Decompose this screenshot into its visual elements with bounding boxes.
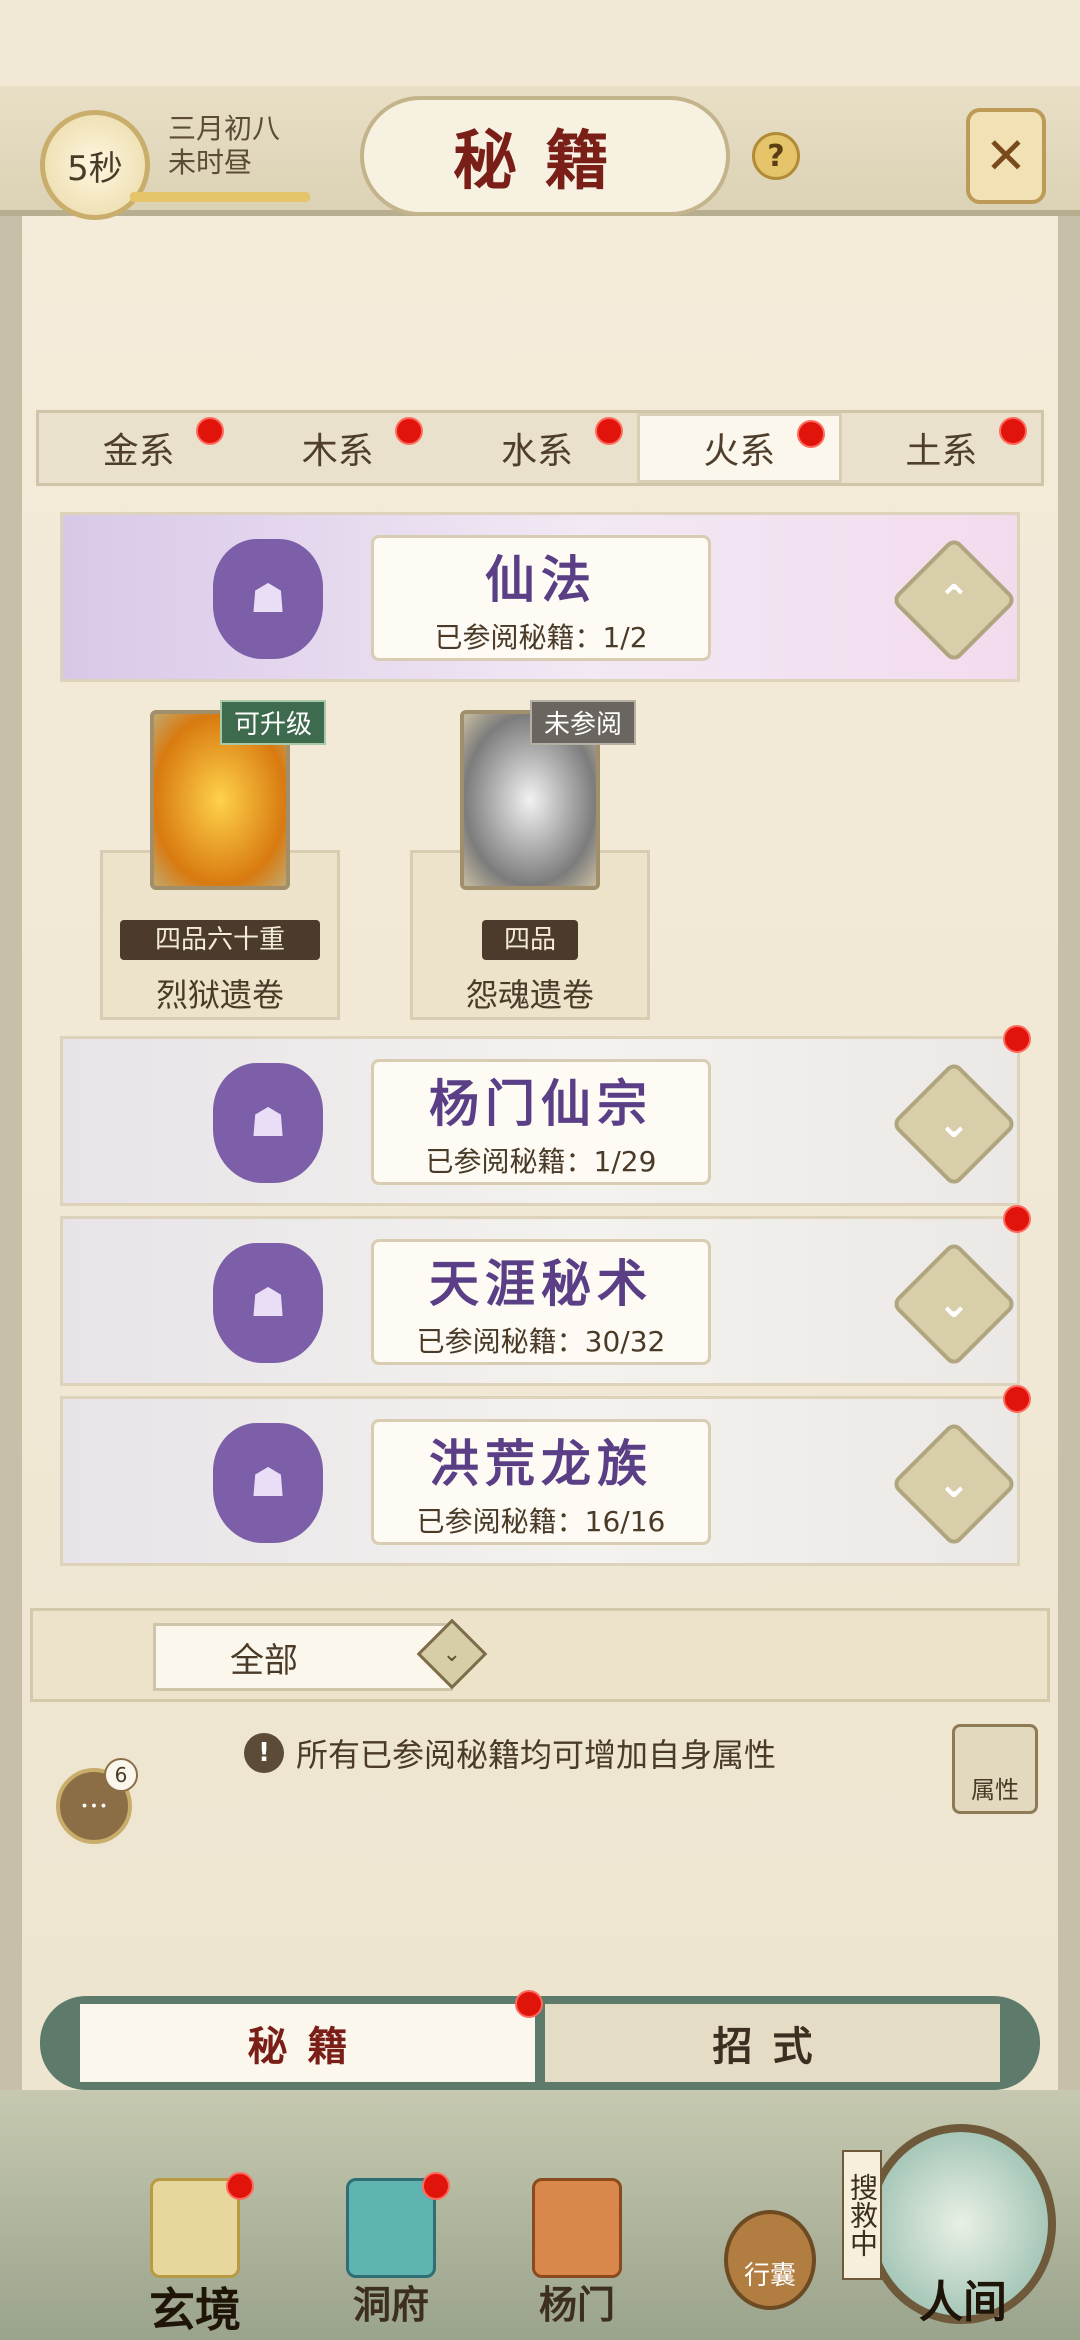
close-button[interactable]: ✕ [966,108,1046,204]
notification-dot [1003,1205,1031,1233]
nav-label: 洞府 [352,2282,429,2327]
filter-bar: 全部 ⌄ [30,1608,1050,1702]
section-count: 已参阅秘籍：1/29 [425,1145,657,1178]
time-progress-bar [130,192,310,202]
tab-wood[interactable]: 木系 [238,413,437,483]
filter-dropdown[interactable]: 全部 [153,1623,453,1691]
section-plaque: 天涯秘术 已参阅秘籍：30/32 [371,1239,711,1365]
tab-label: 招式 [712,2023,833,2070]
nav-yangmen[interactable]: 杨门 [512,2178,642,2328]
book-card[interactable]: 未参阅 四品 怨魂遗卷 [390,680,670,1020]
notice-text: 所有已参阅秘籍均可增加自身属性 [296,1736,777,1774]
unread-tag: 未参阅 [530,700,637,745]
notification-dot [999,417,1028,445]
book-name: 怨魂遗卷 [465,976,594,1014]
chat-count-badge: 6 [104,1758,138,1792]
bag-label: 行囊 [743,2261,796,2291]
timer-badge: 5秒 [40,110,150,220]
nav-dongfu[interactable]: 洞府 [326,2172,456,2328]
notification-dot [1003,1385,1031,1413]
book-card[interactable]: 可升级 四品六十重 烈狱遗卷 [80,680,360,1020]
chevron-glyph: ⌄ [937,1100,971,1147]
tab-label: 土系 [905,431,978,472]
element-tabs: 金系 木系 水系 火系 土系 [36,410,1044,486]
scroll-icon [150,2178,240,2278]
game-date: 三月初八 未时昼 [168,112,280,180]
date-line-2: 未时昼 [168,146,253,179]
notification-dot [226,2172,254,2200]
upgradable-tag: 可升级 [220,700,327,745]
tab-label: 木系 [301,431,374,472]
tab-metal[interactable]: 金系 [39,413,238,483]
tab-water[interactable]: 水系 [437,413,636,483]
section-name: 仙法 [485,550,597,609]
demon-mask-icon: ☗ [213,1063,323,1183]
notification-dot [796,420,825,448]
date-line-1: 三月初八 [168,112,281,145]
exclamation-icon: ! [244,1733,284,1773]
bag-button[interactable]: 行囊 [724,2210,816,2310]
filter-label: 全部 [230,1640,298,1681]
tab-label: 火系 [703,431,776,472]
book-grade: 四品 [482,920,578,960]
tab-fire[interactable]: 火系 [636,413,842,483]
demon-mask-icon: ☗ [213,1243,323,1363]
nav-label: 玄境 [149,2283,241,2337]
section-name: 天涯秘术 [429,1254,653,1313]
chevron-glyph: ⌄ [937,1460,971,1507]
notification-dot [594,417,623,445]
attribute-button[interactable]: 属性 [952,1724,1038,1814]
section-xianfa[interactable]: ☗ 仙法 已参阅秘籍：1/2 ⌃ [60,512,1020,682]
bottom-tabs: 秘籍 招式 [40,1990,1040,2090]
section-plaque: 洪荒龙族 已参阅秘籍：16/16 [371,1419,711,1545]
chevron-glyph: ⌄ [442,1641,462,1667]
section-count: 已参阅秘籍：30/32 [416,1325,666,1358]
expand-chevron-icon[interactable]: ⌄ [890,1060,1018,1188]
page-title: 秘籍 [360,96,730,216]
collapse-chevron-icon[interactable]: ⌃ [890,536,1018,664]
world-label: 人间 [919,2277,1007,2328]
banner-icon [532,2178,622,2278]
section-name: 洪荒龙族 [429,1434,653,1493]
help-icon[interactable]: ? [752,132,800,180]
tab-label: 水系 [501,431,574,472]
book-cards: 可升级 四品六十重 烈狱遗卷 未参阅 四品 怨魂遗卷 [60,680,1020,1020]
tab-label: 金系 [102,431,175,472]
section-tianya[interactable]: ☗ 天涯秘术 已参阅秘籍：30/32 ⌄ [60,1205,1031,1386]
demon-mask-icon: ☗ [213,1423,323,1543]
section-name: 杨门仙宗 [429,1074,653,1133]
lantern-icon [346,2178,436,2278]
tab-secret-books[interactable]: 秘籍 [80,1990,543,2082]
expand-chevron-icon[interactable]: ⌄ [890,1420,1018,1548]
section-plaque: 杨门仙宗 已参阅秘籍：1/29 [371,1059,711,1185]
info-notice: ! 所有已参阅秘籍均可增加自身属性 [244,1730,776,1776]
demon-mask-icon: ☗ [213,539,323,659]
chevron-glyph: ⌃ [937,576,971,623]
chevron-glyph: ⌄ [937,1280,971,1327]
section-yangmen[interactable]: ☗ 杨门仙宗 已参阅秘籍：1/29 ⌄ [60,1025,1031,1206]
book-name: 烈狱遗卷 [155,976,284,1014]
rescue-status: 搜救中 [842,2150,882,2280]
notification-dot [1003,1025,1031,1053]
attribute-label: 属性 [971,1776,1019,1804]
notification-dot [422,2172,450,2200]
nav-xuanjing[interactable]: 玄境 [130,2172,260,2337]
expand-chevron-icon[interactable]: ⌄ [890,1240,1018,1368]
notification-dot [515,1990,543,2018]
notification-dot [196,417,225,445]
nav-label: 杨门 [538,2282,615,2327]
section-count: 已参阅秘籍：16/16 [416,1505,666,1538]
section-count: 已参阅秘籍：1/2 [434,621,648,654]
notification-dot [395,417,424,445]
section-honghuang[interactable]: ☗ 洪荒龙族 已参阅秘籍：16/16 ⌄ [60,1385,1031,1566]
book-grade: 四品六十重 [120,920,320,960]
tab-earth[interactable]: 土系 [842,413,1041,483]
tab-label: 秘籍 [247,2023,368,2070]
tab-moves[interactable]: 招式 [545,2004,1000,2082]
section-plaque: 仙法 已参阅秘籍：1/2 [371,535,711,661]
